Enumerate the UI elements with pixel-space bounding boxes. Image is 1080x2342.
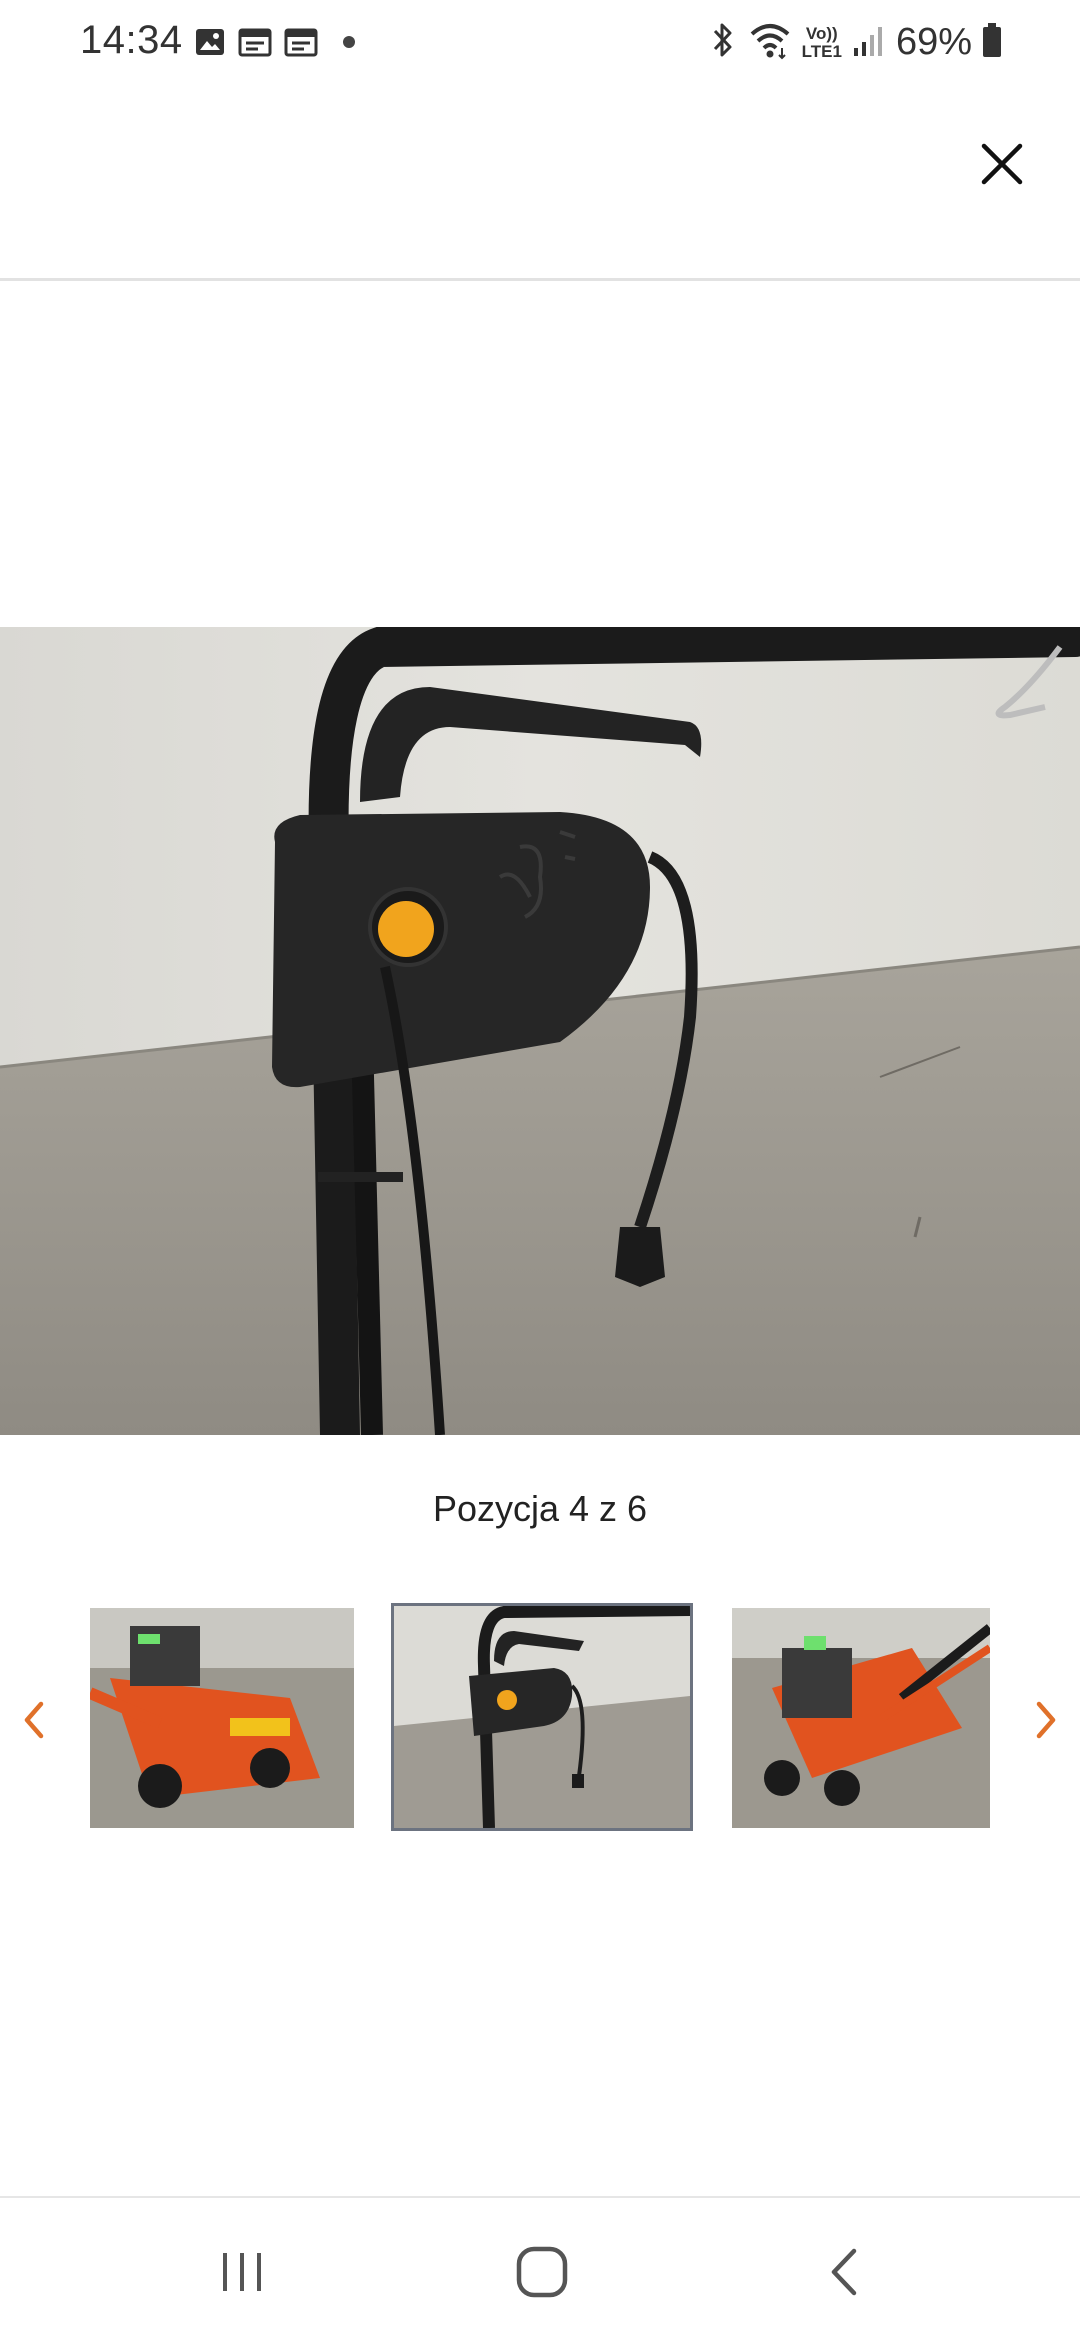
battery-percent: 69% (895, 21, 972, 63)
status-bar: 14:34 Vo)) LTE1 69% (0, 0, 1080, 84)
calendar-icon (284, 26, 318, 63)
battery-icon (982, 22, 1002, 63)
home-button[interactable] (502, 2242, 582, 2302)
wifi-icon (748, 20, 792, 65)
close-button[interactable] (966, 128, 1038, 200)
chevron-right-icon (1036, 1701, 1056, 1739)
calendar-icon (238, 26, 272, 63)
next-image-button[interactable] (1022, 1690, 1070, 1750)
image-position-caption: Pozycja 4 z 6 (432, 1488, 648, 1529)
bluetooth-icon (708, 20, 738, 65)
home-icon (516, 2246, 568, 2298)
status-time: 14:34 (80, 18, 183, 62)
notification-icons (194, 26, 356, 63)
recent-apps-icon (223, 2253, 261, 2291)
main-product-image[interactable] (0, 627, 1080, 1435)
thumbnail-3[interactable] (732, 1608, 990, 1828)
system-icons: Vo)) LTE1 69% (708, 20, 1002, 65)
dot-icon (342, 35, 356, 54)
signal-icon (852, 22, 886, 63)
previous-image-button[interactable] (10, 1690, 58, 1750)
system-navigation-bar (0, 2196, 1080, 2342)
recent-apps-button[interactable] (202, 2242, 282, 2302)
close-icon (981, 143, 1023, 185)
viewer-header (0, 84, 1080, 281)
gallery-icon (194, 26, 226, 63)
thumbnail-2[interactable] (394, 1606, 690, 1828)
back-button[interactable] (804, 2242, 884, 2302)
back-icon (831, 2248, 857, 2296)
volte-icon: Vo)) LTE1 (801, 23, 842, 61)
thumbnail-1[interactable] (90, 1608, 354, 1828)
chevron-left-icon (24, 1701, 44, 1739)
